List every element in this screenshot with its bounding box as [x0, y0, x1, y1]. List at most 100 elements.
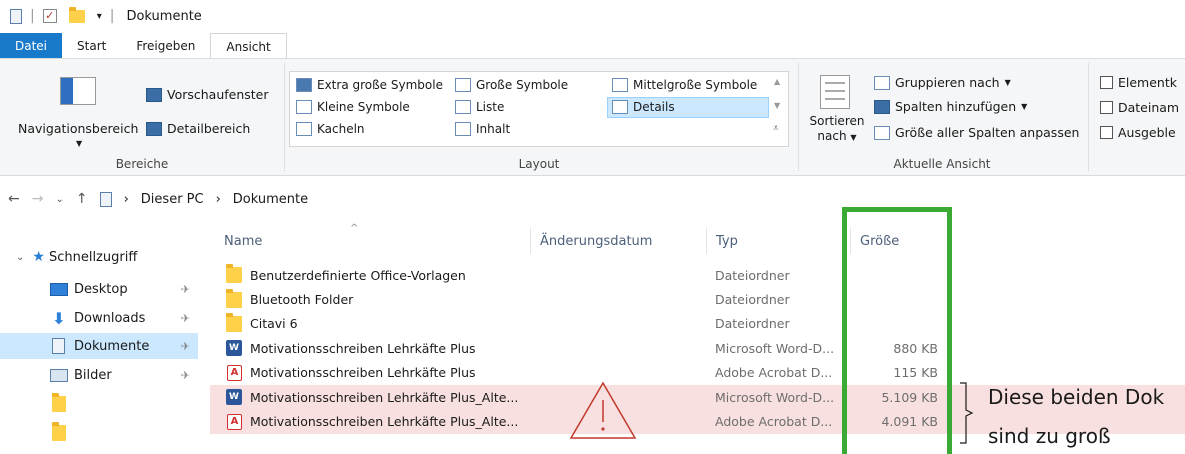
pdf-icon: A: [227, 413, 242, 430]
tab-view[interactable]: Ansicht: [210, 33, 287, 59]
divider: [1088, 63, 1089, 171]
file-name: Motivationsschreiben Lehrkäfte Plus: [250, 365, 476, 381]
sidebar-item-downloads[interactable]: ⬇ Downloads ✈: [0, 305, 198, 331]
column-divider[interactable]: [530, 228, 531, 254]
folder-icon[interactable]: [68, 6, 85, 23]
group-panes: Navigationsbereich ▼ Vorschaufenster Det…: [0, 59, 284, 175]
sidebar-item-folder[interactable]: [0, 391, 198, 417]
star-icon: ★: [32, 249, 45, 265]
group-by-icon: [874, 75, 890, 90]
address-bar: ← → ⌄ ↑ › Dieser PC › Dokumente: [0, 183, 1185, 215]
column-divider[interactable]: [706, 228, 707, 254]
bracket-annotation: [960, 382, 974, 444]
file-name: Motivationsschreiben Lehrkäfte Plus_Alte…: [250, 389, 519, 405]
list-item[interactable]: W Motivationsschreiben Lehrkäfte Plus Mi…: [210, 336, 1185, 360]
layout-content[interactable]: Inhalt: [455, 122, 510, 136]
item-checkboxes-toggle[interactable]: Elementk: [1100, 75, 1177, 90]
large-icons-icon: [455, 78, 471, 92]
document-icon: [52, 338, 65, 354]
separator: |: [30, 8, 35, 24]
sidebar-item-quick-access[interactable]: ⌄ ★ Schnellzugriff: [0, 244, 198, 270]
layout-small-icons[interactable]: Kleine Symbole: [296, 100, 410, 114]
sidebar-item-pictures[interactable]: Bilder ✈: [0, 362, 198, 388]
gallery-scroll-up-icon[interactable]: ▲: [774, 77, 780, 86]
checkmark-icon[interactable]: ✓: [42, 9, 57, 23]
sidebar-item-documents[interactable]: Dokumente ✈: [0, 333, 198, 359]
file-name: Motivationsschreiben Lehrkäfte Plus: [250, 340, 476, 356]
group-label-panes: Bereiche: [115, 157, 169, 171]
layout-tiles[interactable]: Kacheln: [296, 122, 365, 136]
layout-medium-icons[interactable]: Mittelgroße Symbole: [612, 78, 757, 92]
breadcrumb-this-pc[interactable]: Dieser PC: [141, 192, 204, 207]
layout-large-icons[interactable]: Große Symbole: [455, 78, 568, 92]
tab-file[interactable]: Datei: [0, 33, 63, 59]
navigation-pane-icon[interactable]: [60, 77, 96, 105]
list-item[interactable]: Citavi 6 Dateiordner: [210, 312, 1185, 336]
sort-button[interactable]: Sortieren nach ▼: [806, 114, 868, 145]
layout-details[interactable]: Details: [612, 100, 675, 114]
warning-icon: [569, 381, 637, 439]
column-header-name[interactable]: Name: [224, 234, 262, 249]
add-columns-button[interactable]: Spalten hinzufügen ▼: [874, 99, 1027, 114]
layout-list[interactable]: Liste: [455, 100, 504, 114]
sidebar-item-folder[interactable]: [0, 420, 198, 446]
content-icon: [455, 122, 471, 136]
pin-icon[interactable]: ✈: [181, 283, 190, 296]
small-icons-icon: [296, 100, 312, 114]
list-icon: [455, 100, 471, 114]
details-pane-button[interactable]: Detailbereich: [146, 121, 250, 136]
checkbox[interactable]: [1100, 126, 1113, 139]
column-header-type[interactable]: Typ: [716, 234, 738, 249]
tab-share[interactable]: Freigeben: [121, 33, 210, 59]
details-pane-icon: [146, 121, 162, 136]
pin-icon[interactable]: ✈: [181, 312, 190, 325]
breadcrumb-documents[interactable]: Dokumente: [233, 192, 308, 207]
list-item[interactable]: Benutzerdefinierte Office-Vorlagen Datei…: [210, 263, 1185, 287]
chevron-down-icon: ▼: [850, 133, 857, 142]
file-name: Bluetooth Folder: [250, 292, 354, 308]
file-type: Microsoft Word-D...: [715, 389, 835, 405]
folder-icon: [226, 312, 242, 332]
recent-dropdown-icon[interactable]: ⌄: [55, 194, 63, 205]
forward-arrow-icon[interactable]: →: [32, 191, 44, 207]
tab-start[interactable]: Start: [62, 33, 121, 59]
gallery-expand-icon[interactable]: ⩡: [773, 123, 779, 134]
gallery-scroll-down-icon[interactable]: ▼: [774, 101, 780, 110]
list-item[interactable]: A Motivationsschreiben Lehrkäfte Plus Ad…: [210, 361, 1185, 385]
dropdown-arrow-icon[interactable]: ▾: [97, 11, 102, 22]
navigation-pane-button[interactable]: Navigationsbereich: [18, 121, 138, 136]
back-arrow-icon[interactable]: ←: [8, 191, 20, 207]
preview-pane-button[interactable]: Vorschaufenster: [146, 87, 269, 102]
medium-icons-icon: [612, 78, 628, 92]
pin-icon[interactable]: ✈: [181, 340, 190, 353]
document-icon: [99, 191, 112, 207]
folder-icon: [226, 288, 242, 308]
column-header-date[interactable]: Änderungsdatum: [540, 234, 652, 249]
ribbon-tabs: Datei Start Freigeben Ansicht: [0, 33, 1185, 59]
fit-columns-icon: [874, 125, 890, 140]
file-type: Dateiordner: [715, 292, 790, 308]
up-arrow-icon[interactable]: ↑: [76, 191, 88, 207]
file-extensions-toggle[interactable]: Dateinam: [1100, 100, 1179, 115]
chevron-down-icon[interactable]: ⌄: [16, 252, 24, 263]
title-bar: | ✓ ▾ | Dokumente: [0, 0, 1185, 32]
checkbox[interactable]: [1100, 76, 1113, 89]
checkbox[interactable]: [1100, 101, 1113, 114]
fit-columns-button[interactable]: Größe aller Spalten anpassen: [874, 125, 1079, 140]
preview-pane-icon: [146, 87, 162, 102]
group-by-button[interactable]: Gruppieren nach ▼: [874, 75, 1011, 90]
separator: |: [109, 8, 115, 24]
details-icon: [612, 100, 628, 114]
sort-icon[interactable]: [820, 75, 850, 109]
hidden-items-toggle[interactable]: Ausgeble: [1100, 125, 1176, 140]
chevron-down-icon[interactable]: ▼: [76, 139, 82, 148]
list-item[interactable]: Bluetooth Folder Dateiordner: [210, 287, 1185, 311]
folder-icon: [52, 393, 66, 412]
chevron-down-icon: ▼: [1004, 78, 1011, 87]
pin-icon[interactable]: ✈: [181, 369, 190, 382]
file-name: Citavi 6: [250, 316, 298, 332]
group-label-layout: Layout: [518, 157, 560, 171]
pdf-icon: A: [227, 364, 242, 381]
layout-extra-large-icons[interactable]: Extra große Symbole: [296, 78, 443, 92]
sidebar-item-desktop[interactable]: Desktop ✈: [0, 276, 198, 302]
